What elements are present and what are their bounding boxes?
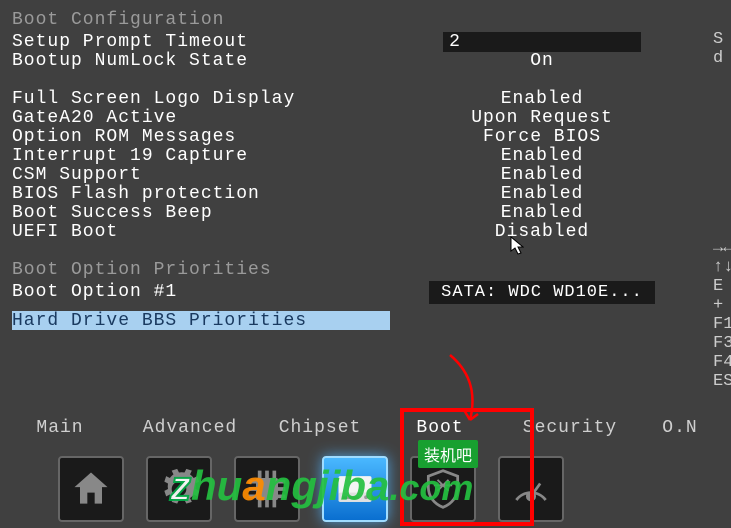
- hint: ES: [713, 372, 731, 391]
- hint: S: [713, 30, 731, 49]
- tab-one[interactable]: O.N: [640, 418, 720, 438]
- hint: d: [713, 49, 731, 68]
- setting-row[interactable]: BIOS Flash protection Enabled: [12, 184, 712, 203]
- setting-label: Option ROM Messages: [12, 127, 412, 147]
- home-icon[interactable]: [58, 456, 124, 522]
- hint: ↑↓: [713, 258, 731, 277]
- setting-value[interactable]: Force BIOS: [412, 127, 672, 147]
- setting-row[interactable]: Setup Prompt Timeout 2: [12, 32, 712, 51]
- setting-label: BIOS Flash protection: [12, 184, 412, 204]
- setting-row[interactable]: GateA20 Active Upon Request: [12, 108, 712, 127]
- hint: F1: [713, 315, 731, 334]
- tab-chipset[interactable]: Chipset: [260, 418, 380, 438]
- setting-label: Bootup NumLock State: [12, 51, 412, 71]
- setting-value[interactable]: Enabled: [412, 146, 672, 166]
- setting-row[interactable]: Interrupt 19 Capture Enabled: [12, 146, 712, 165]
- settings-panel: Boot Configuration Setup Prompt Timeout …: [12, 10, 712, 330]
- section-heading: Boot Configuration: [12, 10, 712, 30]
- nav-icons: [58, 456, 564, 522]
- setting-value[interactable]: Enabled: [412, 165, 672, 185]
- setting-value[interactable]: Disabled: [412, 222, 672, 242]
- setting-value[interactable]: Upon Request: [412, 108, 672, 128]
- priorities-heading: Boot Option Priorities: [12, 260, 712, 280]
- setting-value[interactable]: Enabled: [412, 184, 672, 204]
- shield-icon[interactable]: [410, 456, 476, 522]
- setting-label: Interrupt 19 Capture: [12, 146, 412, 166]
- hint: F4: [713, 353, 731, 372]
- drive-icon[interactable]: [322, 456, 388, 522]
- setting-row[interactable]: Bootup NumLock State On: [12, 51, 712, 70]
- tab-main[interactable]: Main: [0, 418, 120, 438]
- gear-icon[interactable]: [146, 456, 212, 522]
- setting-label: Boot Option #1: [12, 282, 412, 302]
- setting-label: Full Screen Logo Display: [12, 89, 412, 109]
- setting-label: Setup Prompt Timeout: [12, 32, 412, 52]
- selected-item-label: Hard Drive BBS Priorities: [12, 311, 390, 331]
- selected-item-row[interactable]: Hard Drive BBS Priorities: [12, 311, 390, 330]
- nav-bar: Main Advanced Chipset Boot Security O.N: [0, 418, 731, 528]
- setting-row[interactable]: CSM Support Enabled: [12, 165, 712, 184]
- setting-label: UEFI Boot: [12, 222, 412, 242]
- setting-value[interactable]: Enabled: [412, 203, 672, 223]
- chip-icon[interactable]: [234, 456, 300, 522]
- tab-advanced[interactable]: Advanced: [120, 418, 260, 438]
- setting-value[interactable]: Enabled: [412, 89, 672, 109]
- tab-security[interactable]: Security: [500, 418, 640, 438]
- setting-label: GateA20 Active: [12, 108, 412, 128]
- boot-option-value[interactable]: SATA: WDC WD10E...: [412, 282, 672, 302]
- help-keys-strip: S d →← ↑↓ E + F1 F3 F4 ES: [713, 30, 731, 391]
- setting-row[interactable]: Boot Success Beep Enabled: [12, 203, 712, 222]
- setting-value[interactable]: On: [412, 51, 672, 71]
- bios-screen: Boot Configuration Setup Prompt Timeout …: [0, 0, 731, 528]
- tachometer-icon[interactable]: [498, 456, 564, 522]
- setting-row[interactable]: Full Screen Logo Display Enabled: [12, 89, 712, 108]
- setting-label: CSM Support: [12, 165, 412, 185]
- hint: F3: [713, 334, 731, 353]
- setting-row[interactable]: UEFI Boot Disabled: [12, 222, 712, 241]
- nav-labels: Main Advanced Chipset Boot Security O.N: [0, 418, 731, 438]
- hint: →←: [713, 239, 731, 258]
- setting-row[interactable]: Option ROM Messages Force BIOS: [12, 127, 712, 146]
- boot-option-row[interactable]: Boot Option #1 SATA: WDC WD10E...: [12, 282, 712, 301]
- setting-label: Boot Success Beep: [12, 203, 412, 223]
- setting-value[interactable]: 2: [412, 32, 672, 52]
- hint: +: [713, 296, 731, 315]
- tab-boot[interactable]: Boot: [380, 418, 500, 438]
- hint: E: [713, 277, 731, 296]
